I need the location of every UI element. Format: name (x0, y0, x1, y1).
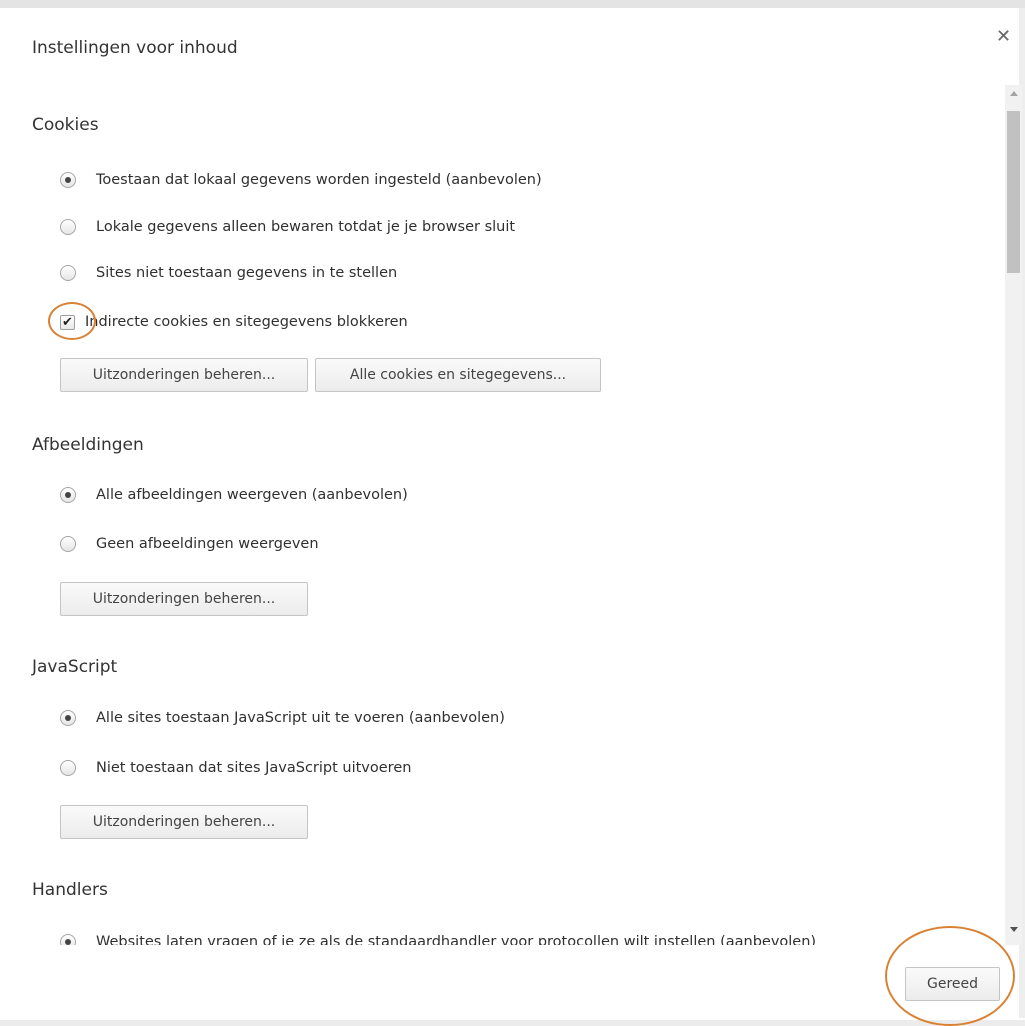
radio-button[interactable] (60, 219, 76, 235)
section-header-javascript: JavaScript (32, 657, 118, 677)
scroll-down-arrow-icon[interactable] (1010, 927, 1018, 932)
radio-button[interactable] (60, 487, 76, 503)
radio-label: Toestaan dat lokaal gegevens worden inge… (96, 172, 542, 188)
dialog-title: Instellingen voor inhoud (32, 38, 238, 58)
radio-cookies-allow[interactable]: Toestaan dat lokaal gegevens worden inge… (60, 168, 542, 192)
scrollbar-thumb[interactable] (1007, 111, 1020, 273)
section-header-cookies: Cookies (32, 115, 99, 135)
radio-label: Lokale gegevens alleen bewaren totdat je… (96, 219, 516, 235)
radio-button[interactable] (60, 265, 76, 281)
radio-label: Alle afbeeldingen weergeven (aanbevolen) (96, 487, 408, 503)
radio-javascript-block[interactable]: Niet toestaan dat sites JavaScript uitvo… (60, 756, 411, 780)
vertical-scrollbar[interactable] (1005, 85, 1022, 945)
radio-label: Niet toestaan dat sites JavaScript uitvo… (96, 760, 412, 776)
radio-label: Alle sites toestaan JavaScript uit te vo… (96, 710, 505, 726)
radio-button[interactable] (60, 536, 76, 552)
checkbox-label: Indirecte cookies en sitegegevens blokke… (85, 314, 408, 330)
scroll-up-arrow-icon[interactable] (1010, 91, 1018, 96)
all-cookies-button[interactable]: Alle cookies en sitegegevens... (315, 358, 601, 392)
settings-content[interactable]: Cookies Toestaan dat lokaal gegevens wor… (0, 85, 1004, 945)
checkmark-icon[interactable]: ✔ (60, 314, 75, 330)
section-header-handlers: Handlers (32, 880, 108, 900)
radio-images-show-all[interactable]: Alle afbeeldingen weergeven (aanbevolen) (60, 483, 408, 507)
close-icon[interactable]: ✕ (996, 26, 1011, 47)
cookies-manage-exceptions-button[interactable]: Uitzonderingen beheren... (60, 358, 308, 392)
top-border (0, 0, 1025, 8)
bottom-border (0, 1020, 1025, 1026)
radio-label: Geen afbeeldingen weergeven (96, 536, 319, 552)
radio-handlers-allow[interactable]: Websites laten vragen of je ze als de st… (60, 930, 816, 945)
javascript-manage-exceptions-button[interactable]: Uitzonderingen beheren... (60, 805, 308, 839)
radio-label: Sites niet toestaan gegevens in te stell… (96, 265, 398, 281)
radio-images-none[interactable]: Geen afbeeldingen weergeven (60, 532, 319, 556)
radio-button[interactable] (60, 760, 76, 776)
radio-cookies-block[interactable]: Sites niet toestaan gegevens in te stell… (60, 261, 397, 285)
done-button[interactable]: Gereed (905, 967, 1000, 1001)
radio-button[interactable] (60, 710, 76, 726)
radio-button[interactable] (60, 172, 76, 188)
images-manage-exceptions-button[interactable]: Uitzonderingen beheren... (60, 582, 308, 616)
radio-button[interactable] (60, 934, 76, 945)
radio-cookies-session-only[interactable]: Lokale gegevens alleen bewaren totdat je… (60, 215, 515, 239)
radio-label: Websites laten vragen of je ze als de st… (96, 934, 817, 945)
radio-javascript-allow[interactable]: Alle sites toestaan JavaScript uit te vo… (60, 706, 505, 730)
checkbox-block-third-party[interactable]: ✔ Indirecte cookies en sitegegevens blok… (60, 310, 408, 334)
section-header-images: Afbeeldingen (32, 435, 144, 455)
